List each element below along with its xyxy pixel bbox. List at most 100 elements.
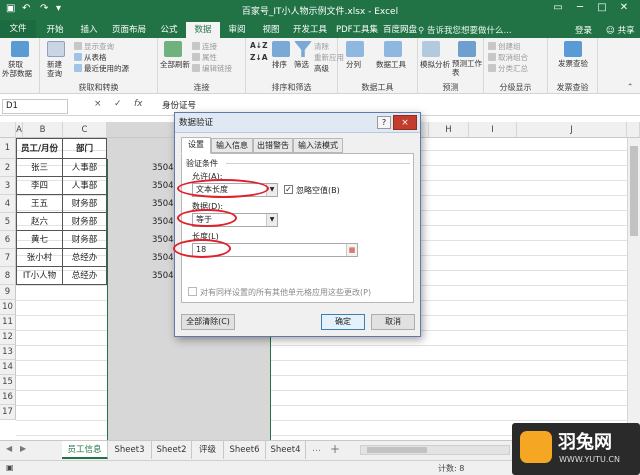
apply-to-all-label[interactable]: 对有同样设置的所有其他单元格应用这些更改(P) [200,287,371,298]
refresh-all-button[interactable]: 全部刷新 [160,59,190,70]
select-all-corner[interactable] [0,122,16,138]
sign-in-link[interactable]: 登录 [575,24,592,36]
tab-error-alert[interactable]: 出错警告 [253,138,293,153]
share-button[interactable]: ☺ 共享 [606,24,635,36]
table-cell-name[interactable]: 赵六 [16,213,63,231]
tab-input-message[interactable]: 输入信息 [211,138,253,153]
tell-me-search[interactable]: ⚲ 告诉我您想要做什么... [418,24,512,36]
sort-az-icon[interactable]: A↓Z [250,41,268,50]
filter-button[interactable]: 筛选 [294,59,309,70]
advanced-filter-button[interactable]: 高级 [314,63,329,74]
next-sheet-icon[interactable]: ▶ [20,444,26,453]
chevron-down-icon[interactable]: ▼ [266,214,277,226]
row-header[interactable]: 13 [0,345,16,360]
column-header[interactable]: I [469,122,517,138]
row-header[interactable]: 2 [0,159,16,177]
from-table-button[interactable]: 从表格 [74,52,107,63]
row-header[interactable]: 16 [0,390,16,405]
ok-button[interactable]: 确定 [321,314,365,330]
table-cell-id[interactable]: 35042 [107,231,179,249]
close-window-icon[interactable]: ✕ [614,2,634,13]
tab-ime-mode[interactable]: 输入法模式 [293,138,343,153]
collapse-ribbon-icon[interactable]: ⌃ [627,82,633,91]
add-sheet-icon[interactable]: + [330,442,340,456]
horizontal-scroll-thumb[interactable] [367,447,427,453]
column-header[interactable]: C [63,122,107,138]
table-cell-dept[interactable]: 人事部 [63,177,107,195]
ungroup-button[interactable]: 取消组合 [488,52,528,63]
text-to-columns-button[interactable]: 分列 [346,59,361,70]
ribbon-options-icon[interactable]: ▭ [548,2,568,13]
data-tools-button[interactable]: 数据工具 [376,59,406,70]
column-header[interactable]: H [429,122,469,138]
apply-to-all-checkbox[interactable] [188,287,197,296]
tab-view[interactable]: 视图 [254,22,288,38]
tab-developer[interactable]: 开发工具 [288,22,332,38]
what-if-button[interactable]: 模拟分析 [420,59,450,70]
table-cell-name[interactable]: 张三 [16,159,63,177]
table-cell-dept[interactable]: 总经办 [63,249,107,267]
enter-icon[interactable]: ✓ [114,99,122,109]
table-cell-name[interactable]: 李四 [16,177,63,195]
column-header[interactable]: J [517,122,627,138]
sheet-tab-sheet3[interactable]: Sheet3 [108,441,152,459]
more-sheets-icon[interactable]: … [312,444,321,454]
table-cell-dept[interactable]: 人事部 [63,159,107,177]
vertical-scrollbar[interactable] [627,138,640,440]
tab-settings[interactable]: 设置 [181,137,211,154]
table-cell-name[interactable]: IT小人物 [16,267,63,285]
row-header[interactable]: 3 [0,177,16,195]
table-cell-dept[interactable]: 总经办 [63,267,107,285]
row-header[interactable]: 5 [0,213,16,231]
sort-button[interactable]: 排序 [272,59,287,70]
vertical-scroll-thumb[interactable] [630,146,638,236]
column-header[interactable]: A [16,122,23,138]
connections-button[interactable]: 连接 [192,41,217,52]
row-header[interactable]: 14 [0,360,16,375]
row-header[interactable]: 11 [0,315,16,330]
sheet-tab-sheet4[interactable]: Sheet4 [266,441,306,459]
insert-function-icon[interactable]: fx [134,99,143,109]
tab-baidu-netdisk[interactable]: 百度网盘 [382,22,418,38]
row-header[interactable]: 7 [0,249,16,267]
table-cell-id[interactable]: 35042 [107,159,179,177]
table-cell-dept[interactable]: 财务部 [63,213,107,231]
table-cell-id[interactable]: 35042 [107,213,179,231]
row-header[interactable]: 17 [0,405,16,420]
table-cell-dept[interactable]: 财务部 [63,231,107,249]
tab-insert[interactable]: 插入 [72,22,106,38]
table-cell-dept[interactable]: 财务部 [63,195,107,213]
name-box[interactable]: D1 [2,99,68,114]
table-cell-name[interactable]: 张小村 [16,249,63,267]
table-cell-id[interactable]: 35042 [107,267,179,285]
table-cell-id[interactable]: 35042 [107,195,179,213]
range-select-icon[interactable]: ▦ [346,244,357,256]
ignore-blank-label[interactable]: 忽略空值(B) [296,185,340,196]
table-header-cell-employee[interactable]: 员工/月份 [16,138,63,159]
group-button[interactable]: 创建组 [488,41,521,52]
row-header[interactable]: 15 [0,375,16,390]
cancel-icon[interactable]: × [94,99,102,109]
tab-formulas[interactable]: 公式 [152,22,186,38]
table-cell-id[interactable]: 35042 [107,249,179,267]
recent-sources-button[interactable]: 最近使用的源 [74,63,129,74]
horizontal-scrollbar[interactable] [360,445,510,455]
prev-sheet-icon[interactable]: ◀ [6,444,12,453]
new-query-label-2[interactable]: 查询 [47,68,62,79]
tab-data[interactable]: 数据 [186,22,220,38]
row-header[interactable]: 12 [0,330,16,345]
row-header[interactable]: 4 [0,195,16,213]
clear-filter-button[interactable]: 清除 [314,41,329,52]
row-header[interactable]: 9 [0,285,16,300]
column-header[interactable]: B [23,122,63,138]
tab-pdf-tools[interactable]: PDF工具集 [332,22,382,38]
table-cell-id[interactable]: 35042 [107,177,179,195]
maximize-icon[interactable]: □ [592,2,612,13]
subtotal-button[interactable]: 分类汇总 [488,63,528,74]
properties-button[interactable]: 属性 [192,52,217,63]
invoice-check-button[interactable]: 发票查验 [556,59,590,68]
tab-home[interactable]: 开始 [38,22,72,38]
row-header[interactable]: 1 [0,138,16,159]
sort-za-icon[interactable]: Z↓A [250,53,268,62]
close-icon[interactable]: × [393,115,417,130]
